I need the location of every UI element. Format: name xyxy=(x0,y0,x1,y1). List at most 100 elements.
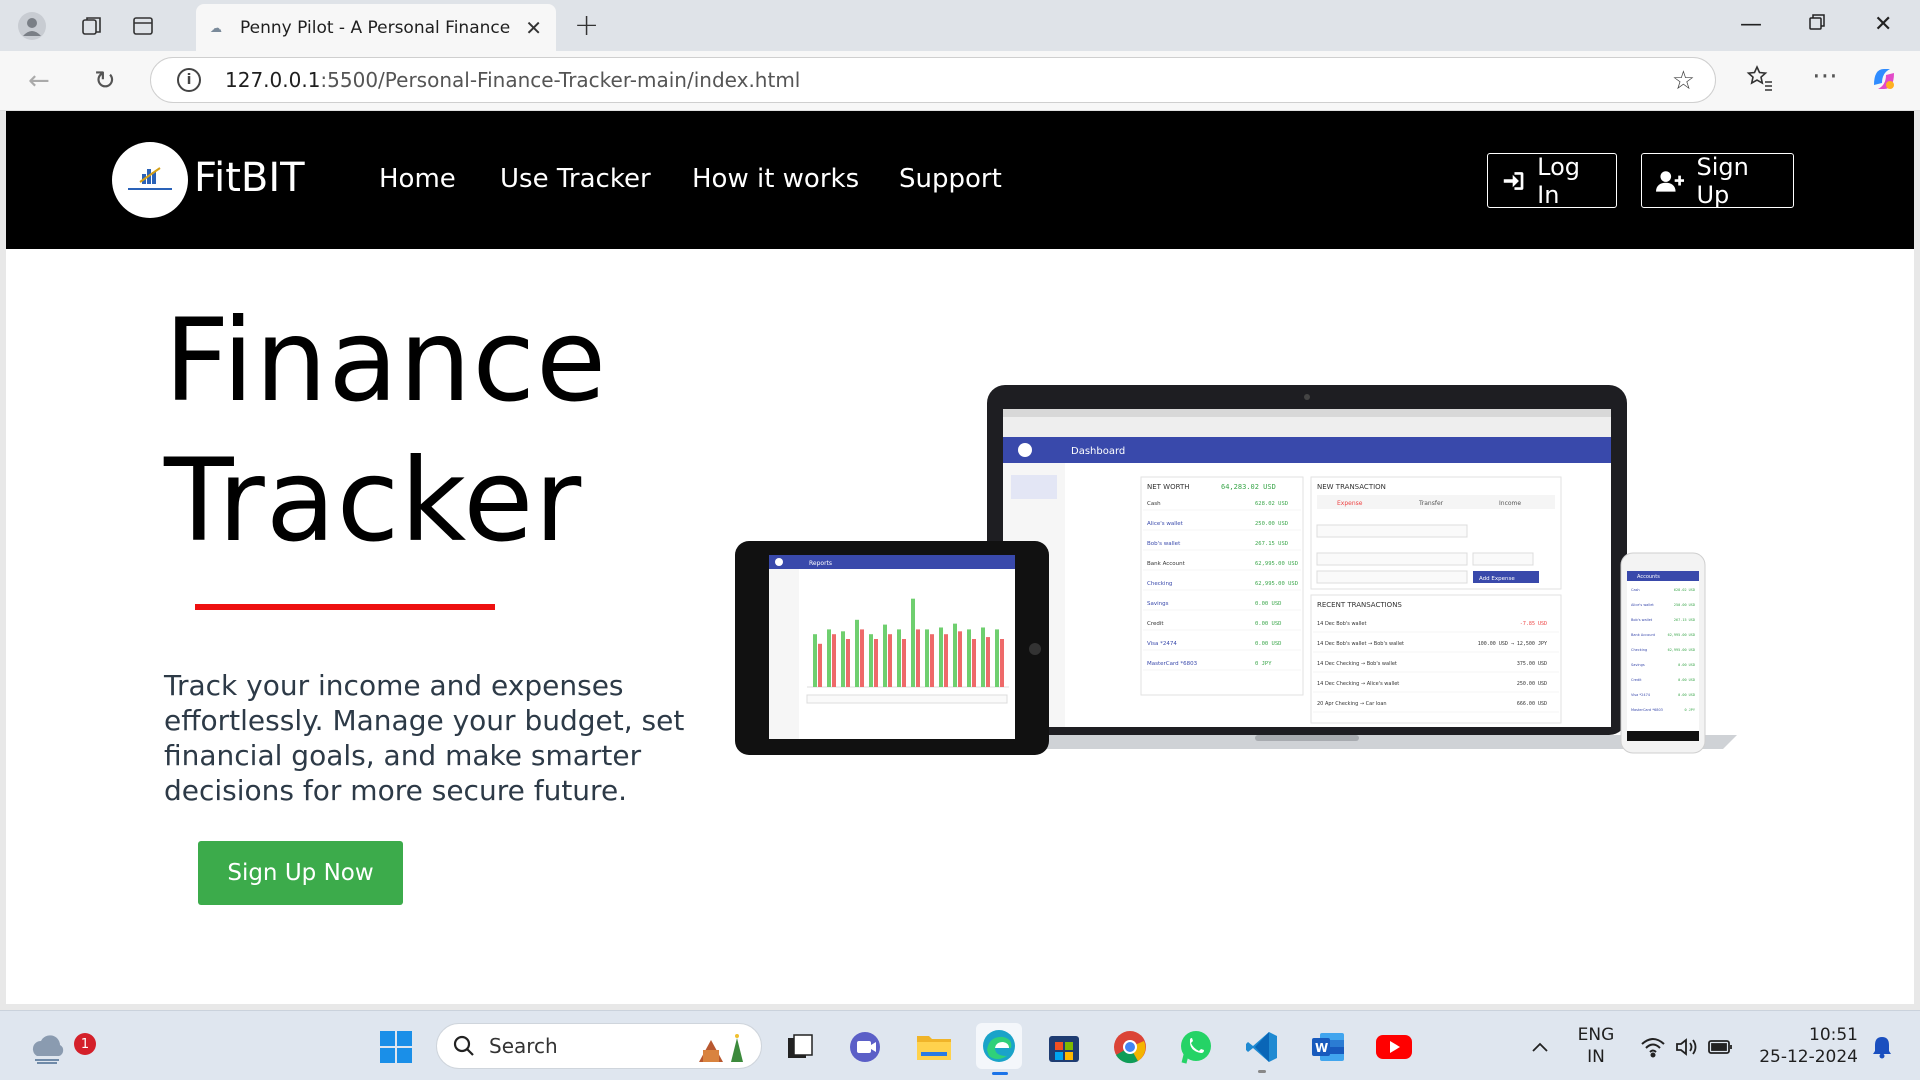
tab-close-icon[interactable]: ✕ xyxy=(525,16,542,40)
mockup-chart-bar xyxy=(981,627,985,687)
mockup-phone-account-value: 0 JPY xyxy=(1684,708,1695,712)
mockup-tx-amount: 375.00 USD xyxy=(1517,661,1547,667)
file-explorer-icon[interactable] xyxy=(914,1027,954,1067)
signup-button[interactable]: Sign Up xyxy=(1641,152,1794,209)
nav-use-tracker[interactable]: Use Tracker xyxy=(500,164,651,194)
nav-support[interactable]: Support xyxy=(899,164,1002,194)
mockup-chart-bar xyxy=(953,623,957,687)
nav-home[interactable]: Home xyxy=(379,164,456,194)
mockup-phone-account-value: 62,995.00 USD xyxy=(1668,633,1695,637)
close-window-icon[interactable]: ✕ xyxy=(1874,12,1892,37)
mockup-chart-bar xyxy=(967,629,971,687)
mockup-phone-account-name: Savings xyxy=(1631,663,1645,667)
url-field[interactable]: i 127.0.0.1:5500/Personal-Finance-Tracke… xyxy=(150,57,1716,103)
profile-icon[interactable] xyxy=(16,10,48,42)
mockup-chart-bar xyxy=(986,637,990,687)
brand-name[interactable]: FitBIT xyxy=(194,155,305,201)
login-icon xyxy=(1503,171,1524,190)
minimize-icon[interactable]: — xyxy=(1740,12,1762,37)
new-tab-icon[interactable]: + xyxy=(574,8,599,43)
region-code: IN xyxy=(1587,1047,1605,1067)
mockup-phone-account-name: Bob's wallet xyxy=(1631,618,1653,622)
browser-address-bar: ← ↻ i 127.0.0.1:5500/Personal-Finance-Tr… xyxy=(0,51,1920,111)
mockup-chart-bar xyxy=(939,627,943,687)
mockup-account-name: MasterCard *6803 xyxy=(1147,661,1198,667)
mockup-phone-account-name: Credit xyxy=(1631,678,1642,682)
weather-icon[interactable]: 1 xyxy=(28,1027,96,1067)
mockup-account-name: Bank Account xyxy=(1147,561,1186,567)
nav-how-it-works[interactable]: How it works xyxy=(692,164,859,194)
hero-title-line2: Tracker xyxy=(164,434,583,567)
brand-logo[interactable] xyxy=(112,142,188,218)
svg-text:RECENT TRANSACTIONS: RECENT TRANSACTIONS xyxy=(1317,601,1402,609)
mockup-phone-account-value: 0.00 USD xyxy=(1678,663,1695,667)
whatsapp-icon[interactable] xyxy=(1176,1027,1216,1067)
reload-icon[interactable]: ↻ xyxy=(94,66,116,96)
mockup-phone-account-value: 0.00 USD xyxy=(1678,678,1695,682)
search-icon xyxy=(453,1035,474,1056)
site-navbar: FitBIT Home Use Tracker How it works Sup… xyxy=(6,111,1914,249)
mockup-chart-bar xyxy=(888,634,892,687)
mockup-phone-account-name: Visa *2474 xyxy=(1631,693,1651,697)
microsoft-store-icon[interactable] xyxy=(1044,1027,1084,1067)
mockup-account-name: Bob's wallet xyxy=(1147,541,1181,547)
workspaces-icon[interactable] xyxy=(76,10,108,42)
more-menu-icon[interactable]: ⋯ xyxy=(1812,61,1838,91)
site-info-icon[interactable]: i xyxy=(177,68,201,92)
chrome-icon[interactable] xyxy=(1110,1027,1150,1067)
mockup-chart-bar xyxy=(995,629,999,687)
tab-actions-icon[interactable] xyxy=(127,10,159,42)
taskbar-search[interactable]: Search xyxy=(436,1023,762,1069)
mockup-chart-bar xyxy=(827,629,831,687)
tab-favicon-icon: ☁ xyxy=(210,20,222,35)
notifications-bell-icon[interactable] xyxy=(1862,1027,1902,1067)
language-indicator[interactable]: ENG IN xyxy=(1576,1024,1616,1068)
hero-description: Track your income and expenses effortles… xyxy=(164,669,685,807)
mockup-chart-bar xyxy=(958,631,962,687)
mockup-phone-account-value: 0.00 USD xyxy=(1678,693,1695,697)
url-text: 127.0.0.1:5500/Personal-Finance-Tracker-… xyxy=(225,68,800,92)
mockup-phone-account-name: Alice's wallet xyxy=(1631,603,1654,607)
task-view-icon[interactable] xyxy=(780,1027,820,1067)
clock-date: 25-12-2024 xyxy=(1759,1047,1858,1067)
mockup-account-name: Checking xyxy=(1147,581,1172,587)
vscode-icon[interactable] xyxy=(1242,1027,1282,1073)
signup-label: Sign Up xyxy=(1696,152,1749,209)
favorites-icon[interactable] xyxy=(1746,64,1774,99)
mockup-tx-desc: 20 Apr Checking → Car loan xyxy=(1317,701,1387,707)
wifi-icon xyxy=(1641,1038,1665,1058)
signup-now-button[interactable]: Sign Up Now xyxy=(198,841,403,905)
edge-browser-icon[interactable] xyxy=(976,1023,1022,1075)
svg-text:64,283.02 USD: 64,283.02 USD xyxy=(1221,483,1276,491)
windows-taskbar: 1 Search W ENG IN 10:51 25-12-2024 xyxy=(0,1010,1920,1080)
svg-text:NEW TRANSACTION: NEW TRANSACTION xyxy=(1317,483,1386,491)
clock[interactable]: 10:51 25-12-2024 xyxy=(1756,1024,1858,1068)
mockup-phone-account-value: 250.00 USD xyxy=(1674,603,1695,607)
mockup-account-value: 0 JPY xyxy=(1255,661,1272,667)
show-hidden-icons-icon[interactable] xyxy=(1520,1027,1560,1067)
mockup-phone-account-name: MasterCard *6803 xyxy=(1631,708,1663,712)
back-icon[interactable]: ← xyxy=(28,66,50,96)
mockup-phone-account-name: Bank Account xyxy=(1631,633,1656,637)
teams-meet-icon[interactable] xyxy=(846,1027,886,1067)
youtube-icon[interactable] xyxy=(1374,1027,1414,1067)
login-button[interactable]: Log In xyxy=(1487,152,1617,209)
active-tab[interactable]: ☁ Penny Pilot - A Personal Finance ✕ xyxy=(196,4,556,51)
laptop-header-text: Dashboard xyxy=(1071,446,1125,457)
copilot-icon[interactable] xyxy=(1868,63,1900,102)
mockup-tx-amount: 666.00 USD xyxy=(1517,701,1547,707)
system-tray[interactable] xyxy=(1632,1027,1742,1067)
restore-icon[interactable] xyxy=(1808,12,1826,37)
weather-badge: 1 xyxy=(74,1033,96,1055)
mockup-chart-bar xyxy=(897,629,901,687)
login-label: Log In xyxy=(1537,152,1581,209)
mockup-chart-bar xyxy=(874,639,878,687)
word-icon[interactable]: W xyxy=(1308,1027,1348,1067)
mockup-chart-bar xyxy=(972,639,976,687)
windows-start-icon[interactable] xyxy=(376,1027,416,1067)
favorite-star-icon[interactable]: ☆ xyxy=(1672,66,1695,96)
web-page: FitBIT Home Use Tracker How it works Sup… xyxy=(6,111,1914,1004)
mockup-chart-bar xyxy=(1000,639,1004,687)
mockup-tx-amount: 100.00 USD → 12,500 JPY xyxy=(1478,641,1547,647)
mockup-chart-bar xyxy=(944,634,948,687)
